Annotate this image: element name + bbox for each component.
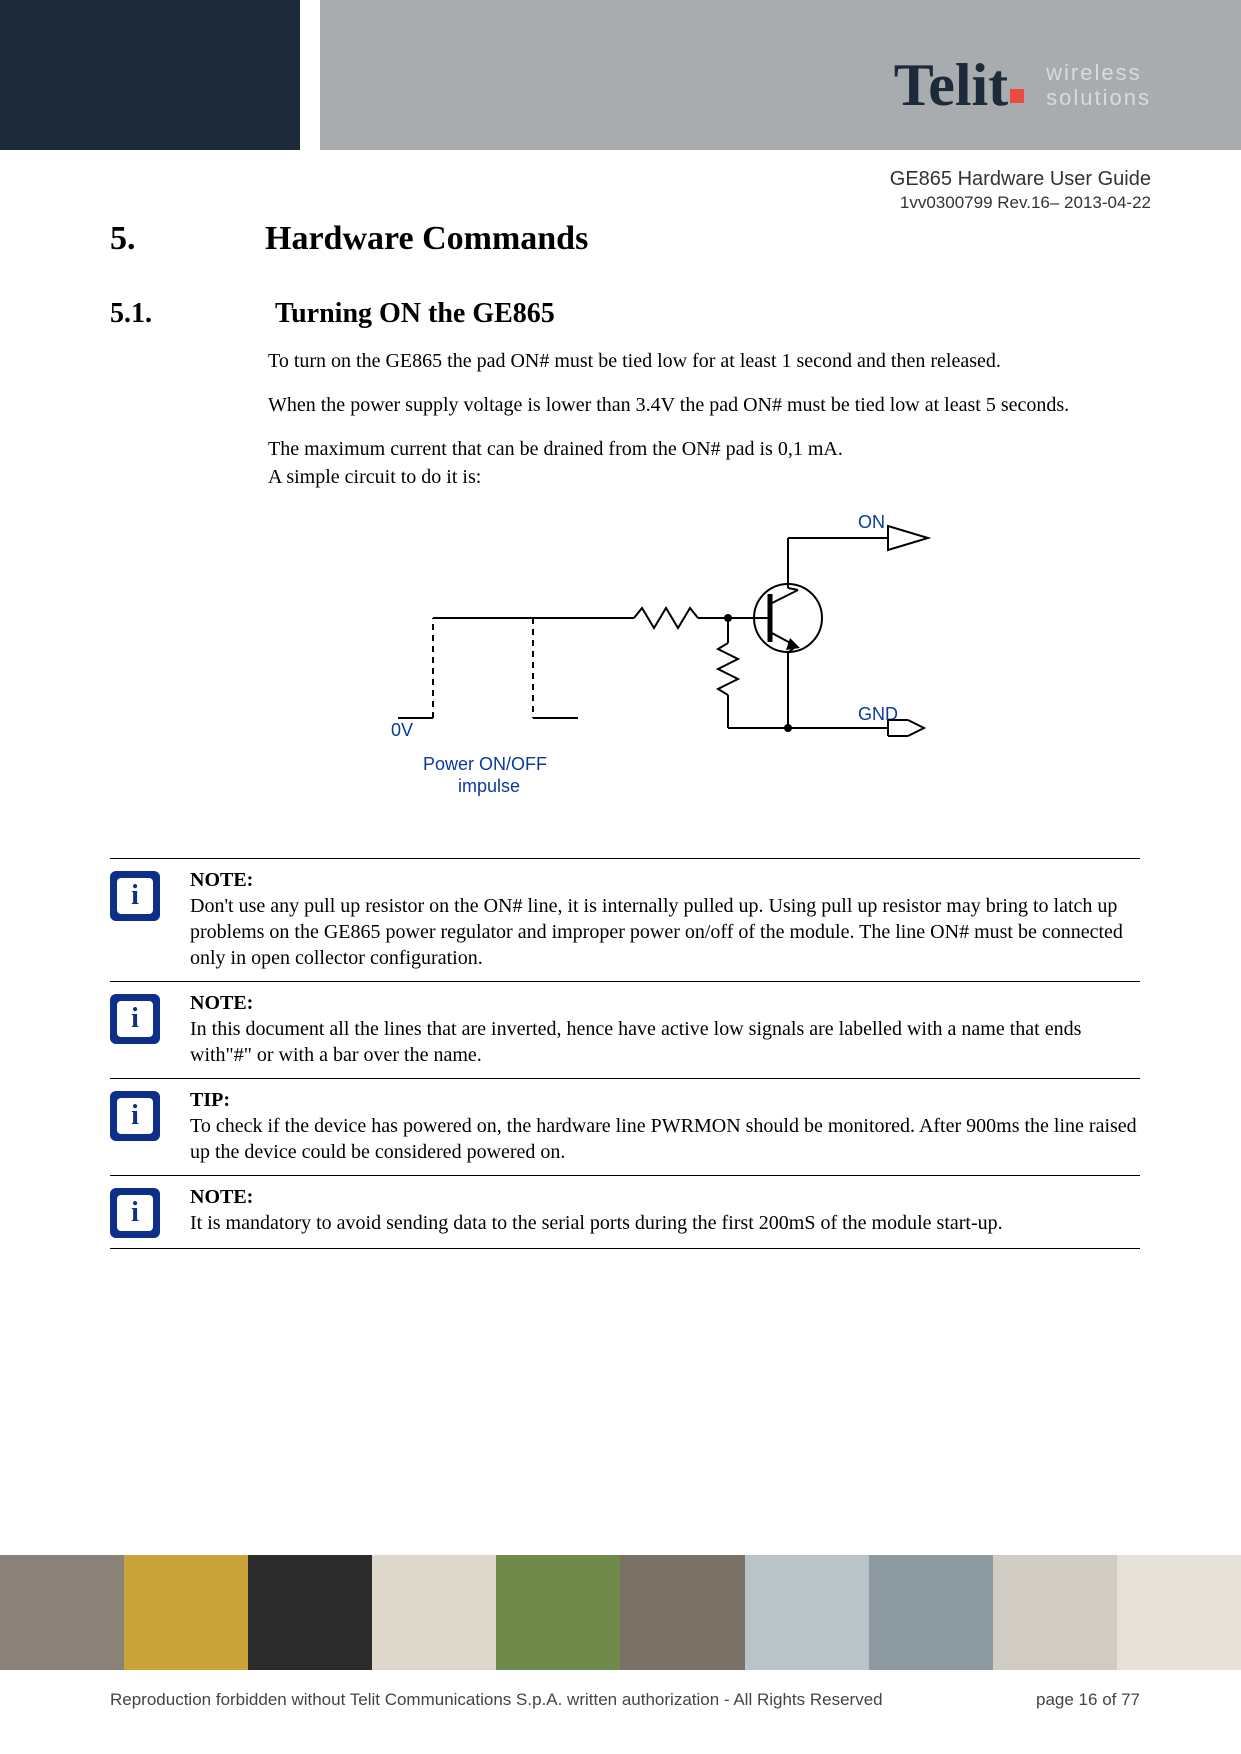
footer-image-strip xyxy=(0,1555,1241,1670)
doc-title-block: GE865 Hardware User Guide 1vv0300799 Rev… xyxy=(890,168,1151,213)
brand-tagline: wireless solutions xyxy=(1046,60,1151,111)
brand-tag-line1: wireless xyxy=(1046,60,1151,85)
note-row: i NOTE: It is mandatory to avoid sending… xyxy=(110,1175,1140,1248)
note-row: i NOTE: Don't use any pull up resistor o… xyxy=(110,859,1140,981)
paragraph: The maximum current that can be drained … xyxy=(268,436,1140,462)
footer-strip-seg xyxy=(372,1555,496,1670)
paragraph: A simple circuit to do it is: xyxy=(268,464,1140,490)
header-gap xyxy=(300,0,320,150)
diagram-label-on: ON xyxy=(858,512,885,532)
footer-text: Reproduction forbidden without Telit Com… xyxy=(110,1690,1140,1710)
paragraph: When the power supply voltage is lower t… xyxy=(268,392,1140,418)
section-heading: 5.1.Turning ON the GE865 xyxy=(110,298,1140,330)
chapter-number: 5. xyxy=(110,220,265,258)
note-body: TIP: To check if the device has powered … xyxy=(190,1087,1140,1165)
note-body: NOTE: It is mandatory to avoid sending d… xyxy=(190,1184,1140,1238)
note-body: NOTE: Don't use any pull up resistor on … xyxy=(190,867,1140,971)
footer-strip-seg xyxy=(248,1555,372,1670)
footer-strip-seg xyxy=(620,1555,744,1670)
diagram-caption-1: Power ON/OFF xyxy=(423,754,547,774)
note-row: i TIP: To check if the device has powere… xyxy=(110,1078,1140,1175)
note-row: i NOTE: In this document all the lines t… xyxy=(110,981,1140,1078)
paragraph: To turn on the GE865 the pad ON# must be… xyxy=(268,348,1140,374)
section-body: To turn on the GE865 the pad ON# must be… xyxy=(268,348,1140,818)
page-content: 5.Hardware Commands 5.1.Turning ON the G… xyxy=(110,220,1140,1249)
section-number: 5.1. xyxy=(110,298,275,330)
note-text: In this document all the lines that are … xyxy=(190,1016,1140,1068)
note-label: NOTE: xyxy=(190,1184,1140,1210)
diagram-label-0v: 0V xyxy=(391,720,413,740)
brand-logo: Telit wireless solutions xyxy=(894,55,1151,115)
circuit-diagram: ON xyxy=(388,508,1008,818)
note-text: It is mandatory to avoid sending data to… xyxy=(190,1210,1140,1236)
chapter-title: Hardware Commands xyxy=(265,220,588,257)
info-icon: i xyxy=(110,1091,160,1141)
section-title: Turning ON the GE865 xyxy=(275,298,555,329)
note-body: NOTE: In this document all the lines tha… xyxy=(190,990,1140,1068)
brand-wordmark: Telit xyxy=(894,55,1026,115)
info-icon: i xyxy=(110,871,160,921)
footer-copyright: Reproduction forbidden without Telit Com… xyxy=(110,1690,883,1710)
header-dark-block xyxy=(0,0,300,150)
footer-strip-seg xyxy=(745,1555,869,1670)
notes-block: i NOTE: Don't use any pull up resistor o… xyxy=(110,858,1140,1249)
brand-tag-line2: solutions xyxy=(1046,85,1151,110)
circuit-svg: ON xyxy=(388,508,1008,818)
note-label: NOTE: xyxy=(190,867,1140,893)
brand-dot-icon xyxy=(1010,89,1024,103)
doc-revision: 1vv0300799 Rev.16– 2013-04-22 xyxy=(890,193,1151,213)
diagram-caption-2: impulse xyxy=(458,776,520,796)
note-text: Don't use any pull up resistor on the ON… xyxy=(190,893,1140,971)
note-text: To check if the device has powered on, t… xyxy=(190,1113,1140,1165)
doc-title: GE865 Hardware User Guide xyxy=(890,168,1151,191)
note-label: NOTE: xyxy=(190,990,1140,1016)
info-icon: i xyxy=(110,994,160,1044)
footer-page: page 16 of 77 xyxy=(1036,1690,1140,1710)
footer-strip-seg xyxy=(124,1555,248,1670)
footer-strip-seg xyxy=(496,1555,620,1670)
footer-strip-seg xyxy=(993,1555,1117,1670)
footer-strip-seg xyxy=(0,1555,124,1670)
chapter-heading: 5.Hardware Commands xyxy=(110,220,1140,258)
footer-strip-seg xyxy=(869,1555,993,1670)
footer-strip-seg xyxy=(1117,1555,1241,1670)
note-label: TIP: xyxy=(190,1087,1140,1113)
brand-text: Telit xyxy=(894,55,1008,115)
info-icon: i xyxy=(110,1188,160,1238)
